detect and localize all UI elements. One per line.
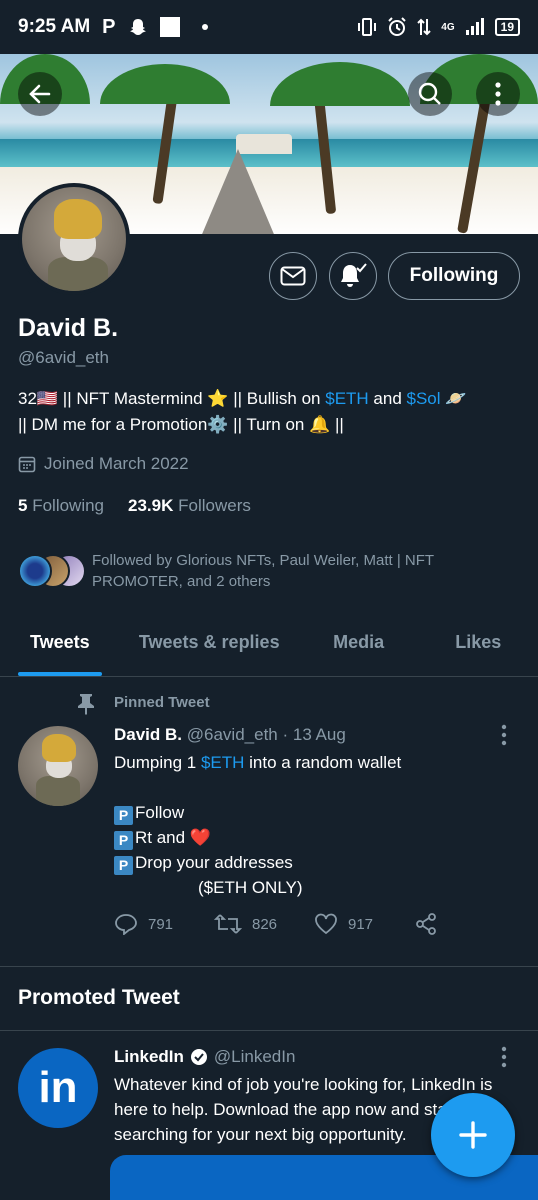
tweet-author-avatar[interactable]: [18, 726, 98, 806]
promoted-tweet-title: Promoted Tweet: [18, 986, 180, 1009]
section-divider: [0, 966, 538, 967]
eth-cashtag-link[interactable]: $ETH: [201, 753, 244, 772]
eth-cashtag-link[interactable]: $ETH: [325, 389, 368, 408]
signal-icon: [465, 18, 484, 35]
followed-by-text: Followed by Glorious NFTs, Paul Weiler, …: [92, 552, 434, 590]
back-button[interactable]: [18, 72, 62, 116]
plus-icon: [459, 1121, 487, 1149]
image-notification-icon: [159, 17, 180, 37]
share-icon: [416, 913, 436, 935]
snapchat-notification-icon: [129, 19, 146, 35]
follow-stats: 5 Following 23.9K Followers: [18, 496, 251, 516]
tab-media[interactable]: Media: [299, 618, 419, 676]
tweet-more-button[interactable]: [500, 724, 508, 751]
promoted-more-button[interactable]: [500, 1046, 508, 1073]
pin-icon: [78, 694, 94, 715]
mail-icon: [280, 266, 306, 286]
bell-check-icon: [341, 263, 367, 287]
share-button[interactable]: [414, 912, 514, 936]
data-arrows-icon: [417, 18, 432, 36]
verified-badge-icon: [190, 1049, 207, 1065]
linkedin-handle: @LinkedIn: [213, 1047, 296, 1066]
profile-tabs: Tweets Tweets & replies Media Likes: [0, 618, 538, 677]
network-type: 4G: [441, 21, 455, 33]
profile-avatar[interactable]: [18, 183, 130, 295]
search-button[interactable]: [408, 72, 452, 116]
p-button-emoji: P: [114, 806, 133, 825]
like-button[interactable]: 917: [314, 913, 414, 935]
status-time: 9:25 AM: [18, 16, 91, 37]
section-divider: [0, 1030, 538, 1031]
tweet-meta: @6avid_eth · 13 Aug: [186, 725, 346, 744]
tweet-text[interactable]: Dumping 1 $ETH into a random wallet P Fol…: [114, 750, 514, 900]
paypal-notification-icon: P: [102, 15, 116, 38]
calendar-icon: [18, 456, 36, 473]
vertical-dots-icon: [495, 82, 501, 106]
alarm-icon: [388, 17, 407, 36]
tweet-author-name[interactable]: David B.: [114, 725, 182, 744]
promoted-tweet-header: LinkedIn @LinkedIn: [114, 1047, 295, 1067]
followers-count-link[interactable]: 23.9K Followers: [128, 496, 251, 516]
message-button[interactable]: [269, 252, 317, 300]
profile-bio: 32🇺🇸 || NFT Mastermind ⭐ || Bullish on $…: [18, 389, 467, 434]
retweet-icon: [214, 914, 242, 934]
p-button-emoji: P: [114, 831, 133, 850]
following-count-link[interactable]: 5 Following: [18, 496, 104, 516]
p-button-emoji: P: [114, 856, 133, 875]
following-button[interactable]: Following: [388, 252, 520, 300]
more-notifications-dot-icon: [201, 24, 208, 30]
tab-tweets-replies[interactable]: Tweets & replies: [120, 618, 299, 676]
vertical-dots-icon: [501, 724, 507, 746]
followed-by-section[interactable]: Followed by Glorious NFTs, Paul Weiler, …: [18, 550, 492, 592]
vibrate-icon: [358, 18, 377, 36]
joined-date: Joined March 2022: [18, 454, 189, 474]
heart-icon: [315, 913, 337, 935]
pinned-tweet-label: Pinned Tweet: [114, 694, 210, 711]
reply-button[interactable]: 791: [114, 913, 214, 935]
tab-tweets[interactable]: Tweets: [0, 618, 120, 676]
profile-display-name: David B.: [18, 314, 119, 342]
tab-likes[interactable]: Likes: [418, 618, 538, 676]
linkedin-avatar[interactable]: in: [18, 1048, 98, 1128]
more-options-button[interactable]: [476, 72, 520, 116]
compose-tweet-button[interactable]: [431, 1093, 515, 1177]
arrow-left-icon: [29, 84, 51, 104]
tweet-actions: 791 826 917: [114, 912, 514, 936]
vertical-dots-icon: [501, 1046, 507, 1068]
retweet-button[interactable]: 826: [214, 913, 314, 935]
follower-avatar: [18, 554, 52, 588]
profile-handle: @6avid_eth: [18, 348, 109, 367]
tweet-header: David B. @6avid_eth · 13 Aug: [114, 725, 346, 745]
reply-icon: [115, 914, 137, 935]
status-bar: 9:25 AM P 4G 19: [0, 0, 538, 54]
battery-indicator: 19: [494, 18, 520, 36]
notifications-button[interactable]: [329, 252, 377, 300]
search-icon: [418, 82, 441, 105]
linkedin-name[interactable]: LinkedIn: [114, 1047, 184, 1067]
sol-cashtag-link[interactable]: $Sol: [407, 389, 441, 408]
